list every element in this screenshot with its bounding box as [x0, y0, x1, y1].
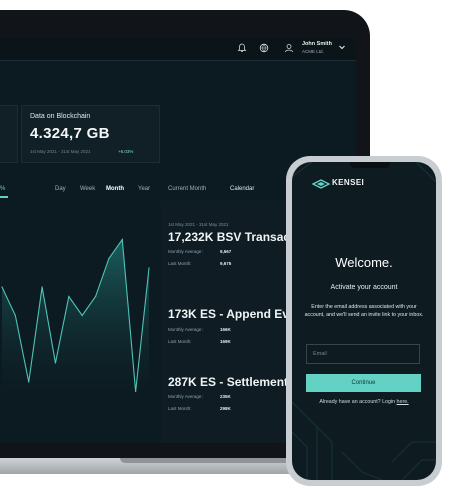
brand-name: KENSEI: [332, 178, 365, 187]
data-point: [1, 286, 3, 288]
login-link[interactable]: here.: [397, 399, 409, 405]
card-title: Data on Blockchain: [30, 113, 91, 120]
stat-tertiary-avg-value: 235K: [220, 394, 231, 399]
top-bar: John Smith ACME Ltd.: [0, 38, 356, 61]
login-prompt-text: Already have an account? Login: [319, 399, 396, 405]
area-fill: [2, 239, 149, 401]
stats-period: 1st May 2021 - 31st May 2021: [168, 222, 229, 227]
login-prompt: Already have an account? Login here.: [292, 399, 436, 405]
tab-calendar[interactable]: Calendar: [230, 186, 254, 192]
stat-card-partial: [0, 105, 18, 163]
data-on-blockchain-card: Data on Blockchain 4.324,7 GB 1st May 20…: [21, 105, 160, 163]
area-chart: [1, 237, 150, 401]
stat-secondary-last-value: 169K: [220, 339, 231, 344]
tab-underline: [0, 196, 8, 198]
circuit-decoration: [292, 162, 436, 480]
email-field[interactable]: [306, 344, 420, 364]
card-value: 4.324,7 GB: [30, 125, 110, 142]
card-period: 1st May 2021 - 31st May 2021: [30, 149, 91, 154]
data-point: [81, 314, 83, 317]
data-point: [148, 267, 150, 269]
welcome-heading: Welcome.: [335, 255, 393, 270]
stat-secondary-avg-value: 166K: [220, 327, 231, 332]
user-company: ACME Ltd.: [302, 49, 324, 54]
tab-year[interactable]: Year: [138, 186, 150, 192]
tab-month[interactable]: Month: [106, 186, 124, 192]
bell-icon[interactable]: [236, 43, 248, 55]
data-point: [41, 286, 43, 288]
chevron-down-icon[interactable]: [336, 43, 348, 55]
user-icon[interactable]: [283, 43, 295, 55]
data-point: [28, 381, 30, 383]
stat-tertiary-last-label: Last Month:: [168, 406, 192, 411]
data-point: [54, 362, 57, 364]
stat-secondary-title: 173K ES - Append Ever: [168, 307, 301, 321]
tab-day[interactable]: Day: [55, 186, 66, 192]
stat-primary-title: 17,232K BSV Transacti: [168, 230, 298, 244]
data-point: [108, 257, 110, 260]
stat-tertiary-last-value: 298K: [220, 406, 231, 411]
globe-icon[interactable]: [258, 43, 270, 55]
stat-secondary-avg-label: Monthly Average:: [168, 327, 203, 332]
stat-secondary-last-label: Last Month:: [168, 339, 192, 344]
stat-primary-last-label: Last Month:: [168, 261, 192, 266]
card-change-badge: +6.03%: [118, 149, 134, 154]
stat-primary-avg-value: 9,567: [220, 249, 232, 254]
data-point: [68, 295, 70, 298]
activation-description: Enter the email address associated with …: [304, 304, 424, 318]
phone-frame: KENSEI Welcome. Activate your account En…: [286, 156, 442, 486]
stat-primary-last-value: 9,675: [220, 261, 232, 266]
tab-fragment: %: [0, 186, 6, 192]
stat-tertiary-avg-label: Monthly Average:: [168, 394, 203, 399]
data-point: [135, 390, 137, 393]
data-point: [121, 238, 123, 241]
tab-week[interactable]: Week: [80, 186, 95, 192]
user-name[interactable]: John Smith: [302, 41, 332, 47]
stat-tertiary-title: 287K ES - Settlement E: [168, 375, 300, 389]
kensei-logo-icon: [312, 179, 330, 189]
tab-current-month[interactable]: Current Month: [168, 186, 206, 192]
data-point: [14, 314, 16, 317]
activate-subheading: Activate your account: [330, 284, 398, 291]
phone-screen: KENSEI Welcome. Activate your account En…: [292, 162, 436, 480]
continue-button[interactable]: Continue: [306, 374, 421, 392]
stat-primary-avg-label: Monthly Average:: [168, 249, 203, 254]
data-point: [94, 295, 97, 298]
laptop-base-lip: [120, 458, 290, 463]
